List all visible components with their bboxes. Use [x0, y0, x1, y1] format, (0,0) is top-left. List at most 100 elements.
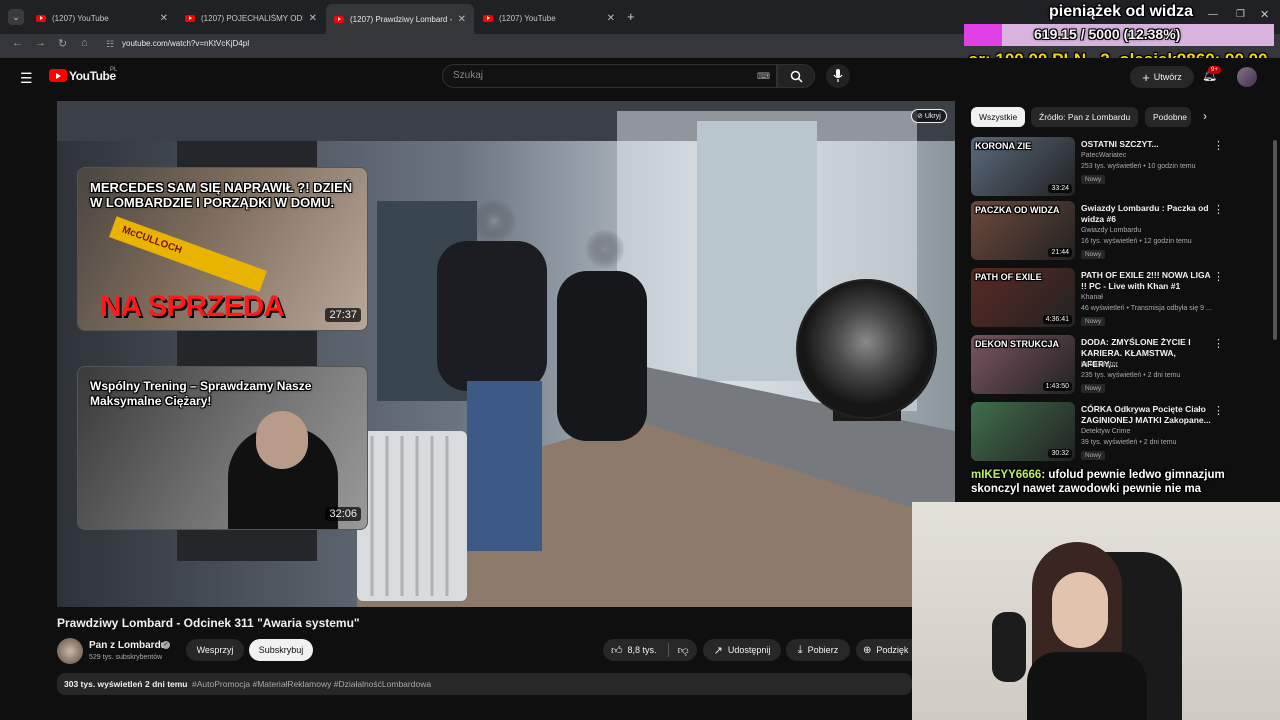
chevron-right-icon[interactable]: › — [1203, 109, 1207, 123]
recommendation-channel[interactable]: Khanał — [1081, 294, 1103, 301]
donation-goal-title: pieniążek od widza — [1049, 3, 1194, 20]
close-window-icon[interactable]: ✕ — [1260, 8, 1269, 21]
video-duration: 1:43:50 — [1042, 382, 1072, 391]
forward-icon[interactable]: → — [35, 37, 46, 49]
download-icon: ⤓ — [797, 643, 803, 656]
url-field[interactable]: youtube.com/watch?v=nKtVcKjD4pI — [122, 39, 249, 48]
hashtags[interactable]: #AutoPromocja #MateriałReklamowy #Działa… — [192, 679, 431, 689]
minimize-icon[interactable]: — — [1208, 9, 1218, 20]
recommendation-channel[interactable]: Detektyw Crime — [1081, 428, 1130, 435]
more-options-icon[interactable]: ⋮ — [1213, 139, 1224, 152]
video-duration: 30:32 — [1048, 449, 1072, 458]
verified-icon: ✓ — [162, 641, 170, 649]
hide-endcards-button[interactable]: ⊘ Ukryj — [911, 109, 947, 123]
search-button[interactable] — [777, 64, 815, 88]
recommendation-thumbnail[interactable]: DEKON STRUKCJA 1:43:50 — [971, 335, 1075, 394]
recommendation-stats: 16 tys. wyświetleń • 12 godzin temu — [1081, 238, 1192, 245]
recommendation-thumbnail[interactable]: 30:32 — [971, 402, 1075, 461]
browser-tab-active[interactable]: (1207) Prawdziwy Lombard - O ✕ — [326, 4, 474, 34]
recommendation-item[interactable]: PATH OF EXILE 4:36:41 PATH OF EXILE 2!!! N… — [971, 268, 1236, 330]
thanks-icon: ⊕ — [863, 644, 872, 656]
chip-related[interactable]: Podobne — [1145, 107, 1191, 127]
recommendation-item[interactable]: DEKON STRUKCJA 1:43:50 DODA: ZMYŚLONE ŻYCI… — [971, 335, 1236, 397]
streamer-face — [1052, 572, 1108, 648]
voice-search-button[interactable] — [826, 64, 850, 88]
share-button[interactable]: ↗ Udostępnij — [703, 639, 781, 661]
channel-avatar[interactable] — [57, 638, 83, 664]
youtube-logo-text[interactable]: YouTube — [69, 69, 116, 83]
recommendation-item[interactable]: PACZKA OD WIDZA 21:44 Gwiazdy Lombardu : P… — [971, 201, 1236, 263]
recommendation-stats: 39 tys. wyświetleń • 2 dni temu — [1081, 439, 1177, 446]
youtube-favicon-icon — [483, 14, 493, 22]
chip-from-channel[interactable]: Źródło: Pan z Lombardu — [1031, 107, 1139, 127]
maximize-icon[interactable]: ❐ — [1236, 9, 1245, 20]
upload-age: 2 dni temu — [145, 679, 188, 689]
close-tab-icon[interactable]: ✕ — [607, 13, 615, 24]
new-badge: Nowy — [1081, 250, 1106, 259]
scrollbar[interactable] — [1273, 140, 1277, 340]
more-options-icon[interactable]: ⋮ — [1213, 270, 1224, 283]
endcard-video-1[interactable]: MERCEDES SAM SIĘ NAPRAWIŁ ?! DZIEŃ W LOM… — [77, 167, 368, 331]
keyboard-icon[interactable]: ⌨ — [757, 65, 770, 87]
close-tab-icon[interactable]: ✕ — [160, 13, 168, 24]
menu-icon[interactable]: ☰ — [20, 70, 33, 87]
thumbnail-text: PACZKA OD WIDZA — [975, 205, 1060, 215]
new-tab-icon[interactable]: + — [627, 9, 635, 24]
view-count: 303 tys. wyświetleń — [64, 679, 143, 689]
recommendation-thumbnail[interactable]: PATH OF EXILE 4:36:41 — [971, 268, 1075, 327]
channel-name[interactable]: Pan z Lombardu — [89, 640, 167, 651]
share-icon: ↗ — [713, 644, 723, 657]
donation-progress-fill — [964, 24, 1003, 46]
tab-search-icon[interactable]: ⌄ — [8, 9, 24, 25]
new-badge: Nowy — [1081, 384, 1106, 393]
endcard-1-overlay-text: NA SPRZEDA — [100, 290, 285, 323]
subscriber-count: 529 tys. subskrybentów — [89, 654, 163, 661]
reload-icon[interactable]: ↻ — [58, 37, 67, 50]
subscribe-button[interactable]: Subskrybuj — [249, 639, 313, 661]
recommendation-title[interactable]: PATH OF EXILE 2!!! NOWA LIGA !! PC - Liv… — [1081, 270, 1211, 292]
recommendation-channel[interactable]: Kuba Wątor — [1081, 361, 1118, 368]
like-dislike-group: 👍︎ 8,8 tys. 👎︎ — [603, 639, 697, 661]
site-info-icon[interactable]: ☷ — [106, 39, 114, 50]
recommendation-thumbnail[interactable]: PACZKA OD WIDZA 21:44 — [971, 201, 1075, 260]
more-options-icon[interactable]: ⋮ — [1213, 203, 1224, 216]
recommendation-item[interactable]: KORONA ZIE 33:24 OSTATNI SZCZYT... PatecWar… — [971, 137, 1236, 199]
microphone-icon — [833, 69, 843, 82]
recommendation-stats: 46 wyświetleń • Transmisja odbyła się 9 … — [1081, 305, 1212, 312]
browser-tab-2[interactable]: (1207) POJECHALIŚMY ODMIE ✕ — [177, 6, 325, 30]
browser-tab-1[interactable]: (1207) YouTube ✕ — [28, 6, 176, 30]
recommendation-thumbnail[interactable]: KORONA ZIE 33:24 — [971, 137, 1075, 196]
support-button[interactable]: Wesprzyj — [186, 639, 244, 661]
endcard-2-title: Wspólny Trening – Sprawdzamy Nasze Maksy… — [90, 379, 312, 408]
download-button[interactable]: ⤓ Pobierz — [786, 639, 850, 661]
video-duration: 33:24 — [1048, 184, 1072, 193]
create-button[interactable]: + Utwórz — [1130, 66, 1194, 88]
close-tab-icon[interactable]: ✕ — [458, 14, 466, 25]
recommendation-title[interactable]: CÓRKA Odkrywa Pocięte Ciało ZAGINIONEJ M… — [1081, 404, 1211, 426]
recommendation-channel[interactable]: PatecWariatec — [1081, 152, 1126, 159]
video-player[interactable]: ⊘ Ukryj MERCEDES SAM SIĘ NAPRAWIŁ ?! DZI… — [57, 101, 955, 607]
search-input[interactable]: Szukaj ⌨ — [442, 64, 777, 88]
streamer-webcam — [912, 502, 1280, 720]
like-icon[interactable]: 👍︎ — [611, 644, 623, 657]
avatar[interactable] — [1237, 67, 1257, 87]
browser-tab-4[interactable]: (1207) YouTube ✕ — [475, 6, 623, 30]
chip-all[interactable]: Wszystkie — [971, 107, 1026, 127]
recommendation-item[interactable]: 30:32 CÓRKA Odkrywa Pocięte Ciało ZAGINIO… — [971, 402, 1236, 464]
donation-progress-text: 619.15 / 5000 (12.38%) — [1034, 26, 1181, 42]
endcard-video-2[interactable]: Wspólny Trening – Sprawdzamy Nasze Maksy… — [77, 366, 368, 530]
divider — [667, 643, 669, 657]
home-icon[interactable]: ⌂ — [81, 37, 88, 49]
description-box[interactable]: 303 tys. wyświetleń 2 dni temu #AutoProm… — [57, 673, 912, 695]
close-tab-icon[interactable]: ✕ — [309, 13, 317, 24]
more-options-icon[interactable]: ⋮ — [1213, 337, 1224, 350]
recommendation-channel[interactable]: Gwiazdy Lombardu — [1081, 227, 1141, 234]
youtube-logo-icon[interactable] — [49, 69, 67, 82]
dislike-icon[interactable]: 👎︎ — [678, 644, 689, 657]
thanks-button[interactable]: ⊕ Podzięk — [856, 639, 914, 661]
more-options-icon[interactable]: ⋮ — [1213, 404, 1224, 417]
recommendation-title[interactable]: OSTATNI SZCZYT... — [1081, 139, 1211, 150]
back-icon[interactable]: ← — [12, 37, 23, 49]
recommendation-title[interactable]: Gwiazdy Lombardu : Paczka od widza #6 — [1081, 203, 1211, 225]
endcard-channel-avatar[interactable] — [796, 279, 936, 419]
